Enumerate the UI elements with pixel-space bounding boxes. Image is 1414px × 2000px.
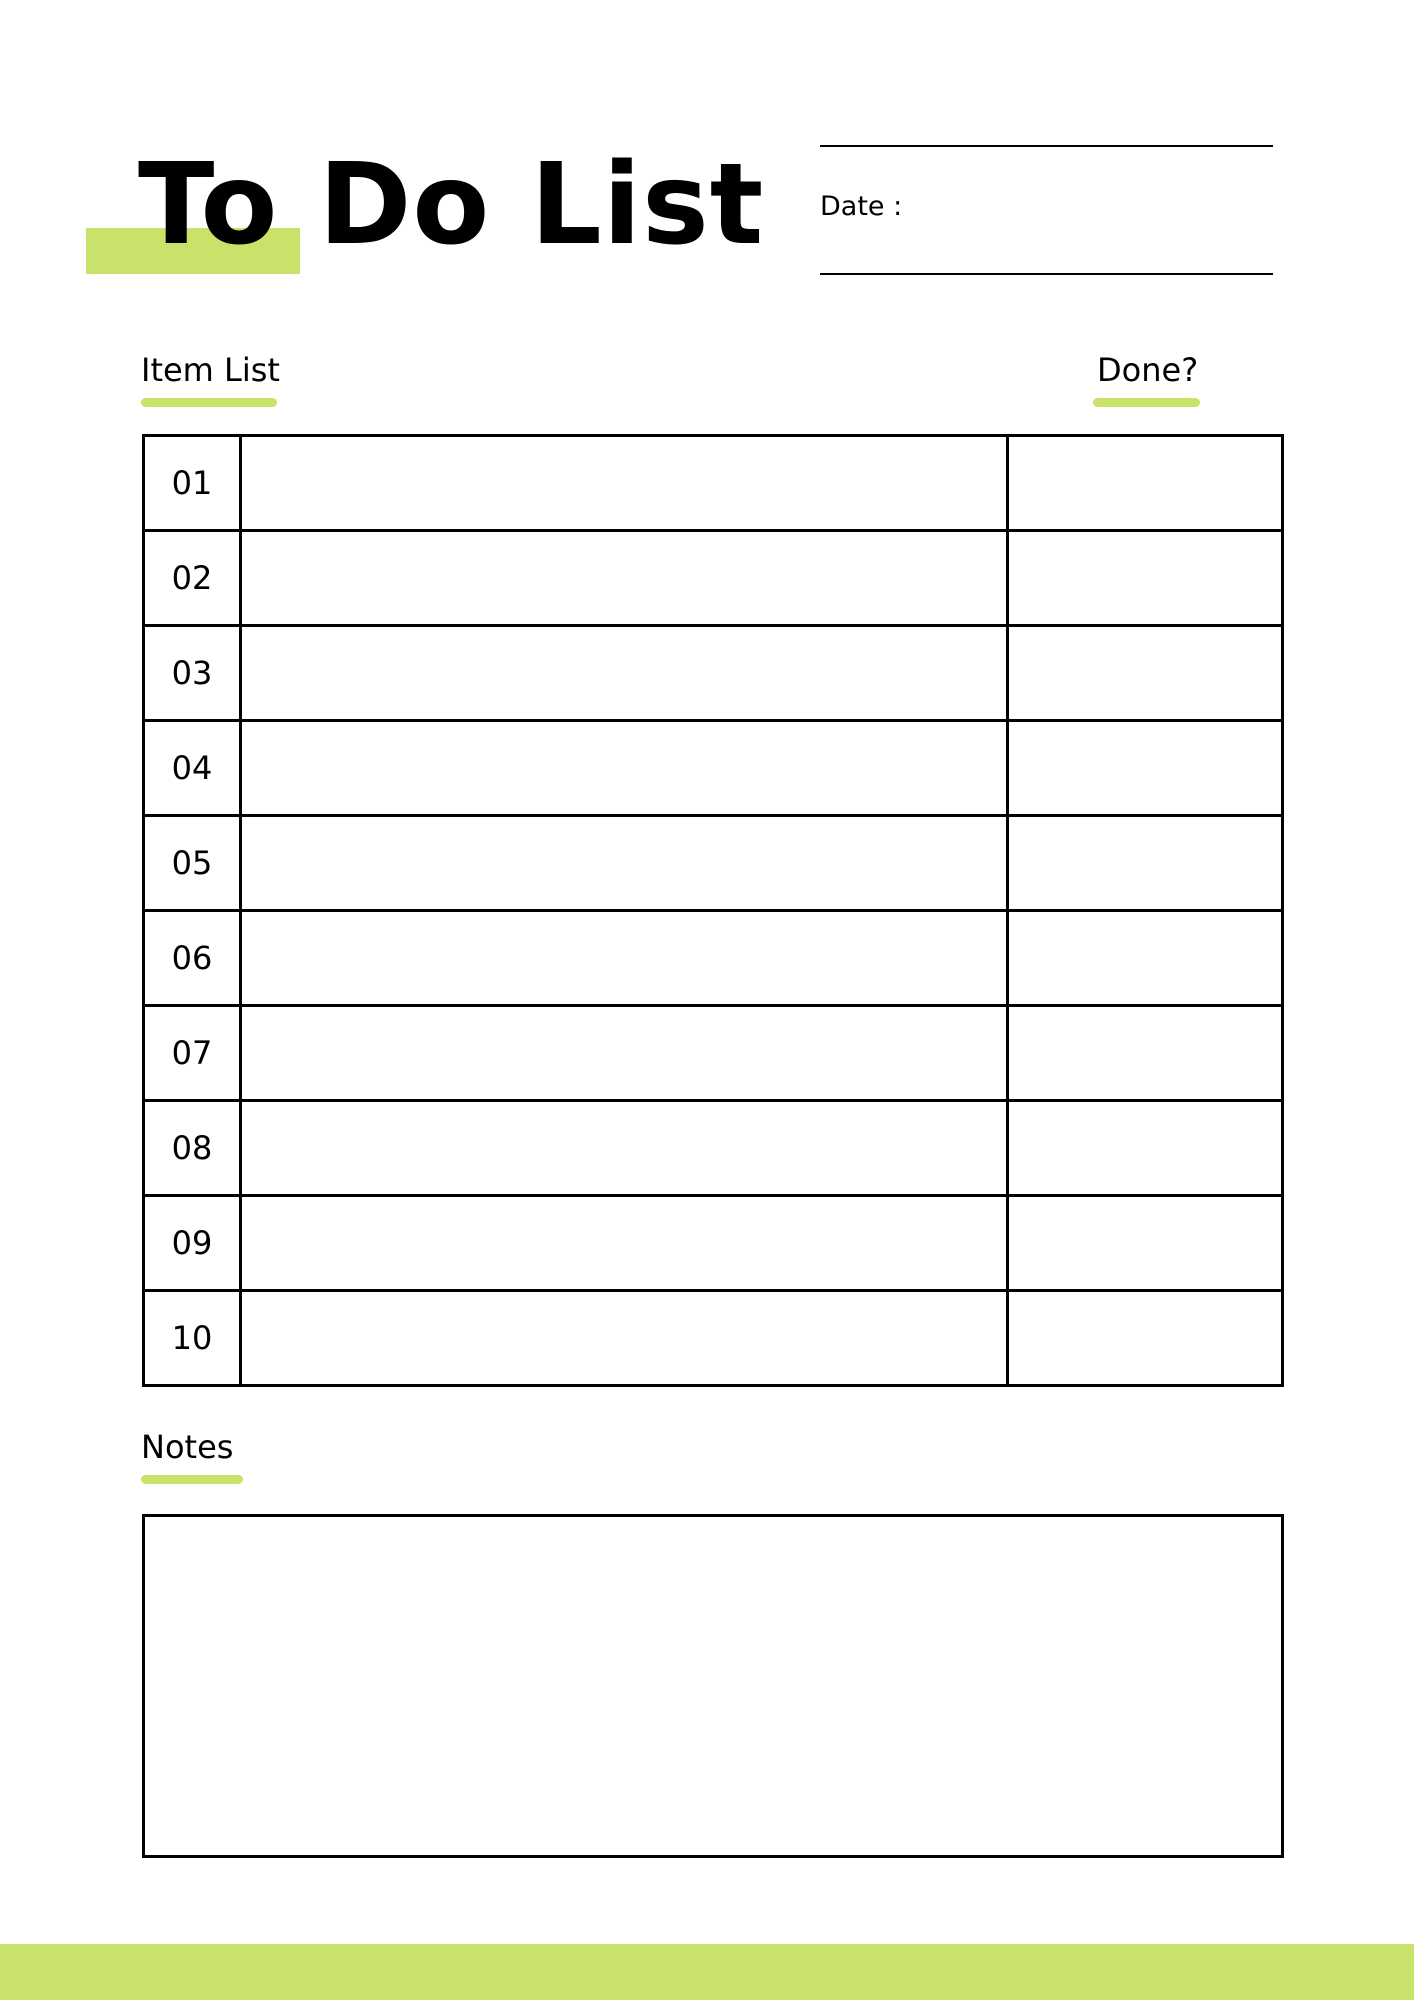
notes-underline: [141, 1475, 243, 1484]
item-cell[interactable]: [239, 529, 1009, 627]
date-line-top: [820, 145, 1273, 147]
item-cell[interactable]: [239, 814, 1009, 912]
item-list-label: Item List: [141, 351, 280, 389]
todo-table: 01 02 03 04 05 06 07 08 09 10: [142, 434, 1284, 1387]
todo-table-body: 01 02 03 04 05 06 07 08 09 10: [142, 434, 1284, 1387]
done-cell[interactable]: [1006, 909, 1284, 1007]
item-cell[interactable]: [239, 1099, 1009, 1197]
done-cell[interactable]: [1006, 1004, 1284, 1102]
date-label: Date :: [820, 191, 903, 222]
item-list-underline: [141, 398, 277, 407]
done-cell[interactable]: [1006, 624, 1284, 722]
table-row: 07: [142, 1004, 1284, 1102]
done-label: Done?: [1097, 351, 1199, 389]
item-cell[interactable]: [239, 1194, 1009, 1292]
table-row: 01: [142, 434, 1284, 532]
item-cell[interactable]: [239, 1004, 1009, 1102]
page-title: To Do List: [138, 140, 765, 270]
done-cell[interactable]: [1006, 529, 1284, 627]
item-cell[interactable]: [239, 434, 1009, 532]
item-cell[interactable]: [239, 624, 1009, 722]
table-row: 03: [142, 624, 1284, 722]
table-row: 06: [142, 909, 1284, 1007]
done-cell[interactable]: [1006, 434, 1284, 532]
item-cell[interactable]: [239, 719, 1009, 817]
done-underline: [1093, 398, 1200, 407]
row-number: 09: [142, 1194, 242, 1292]
table-row: 08: [142, 1099, 1284, 1197]
row-number: 05: [142, 814, 242, 912]
done-cell[interactable]: [1006, 1099, 1284, 1197]
table-row: 05: [142, 814, 1284, 912]
row-number: 08: [142, 1099, 242, 1197]
done-cell[interactable]: [1006, 719, 1284, 817]
done-cell[interactable]: [1006, 1289, 1284, 1387]
row-number: 04: [142, 719, 242, 817]
table-row: 10: [142, 1289, 1284, 1387]
row-number: 01: [142, 434, 242, 532]
table-row: 02: [142, 529, 1284, 627]
row-number: 06: [142, 909, 242, 1007]
notes-label: Notes: [141, 1428, 234, 1466]
item-cell[interactable]: [239, 909, 1009, 1007]
notes-box[interactable]: [142, 1514, 1284, 1858]
footer-bar: [0, 1944, 1414, 2000]
item-cell[interactable]: [239, 1289, 1009, 1387]
row-number: 03: [142, 624, 242, 722]
table-row: 04: [142, 719, 1284, 817]
row-number: 07: [142, 1004, 242, 1102]
row-number: 10: [142, 1289, 242, 1387]
table-row: 09: [142, 1194, 1284, 1292]
row-number: 02: [142, 529, 242, 627]
done-cell[interactable]: [1006, 1194, 1284, 1292]
date-input-line[interactable]: [820, 273, 1273, 275]
done-cell[interactable]: [1006, 814, 1284, 912]
